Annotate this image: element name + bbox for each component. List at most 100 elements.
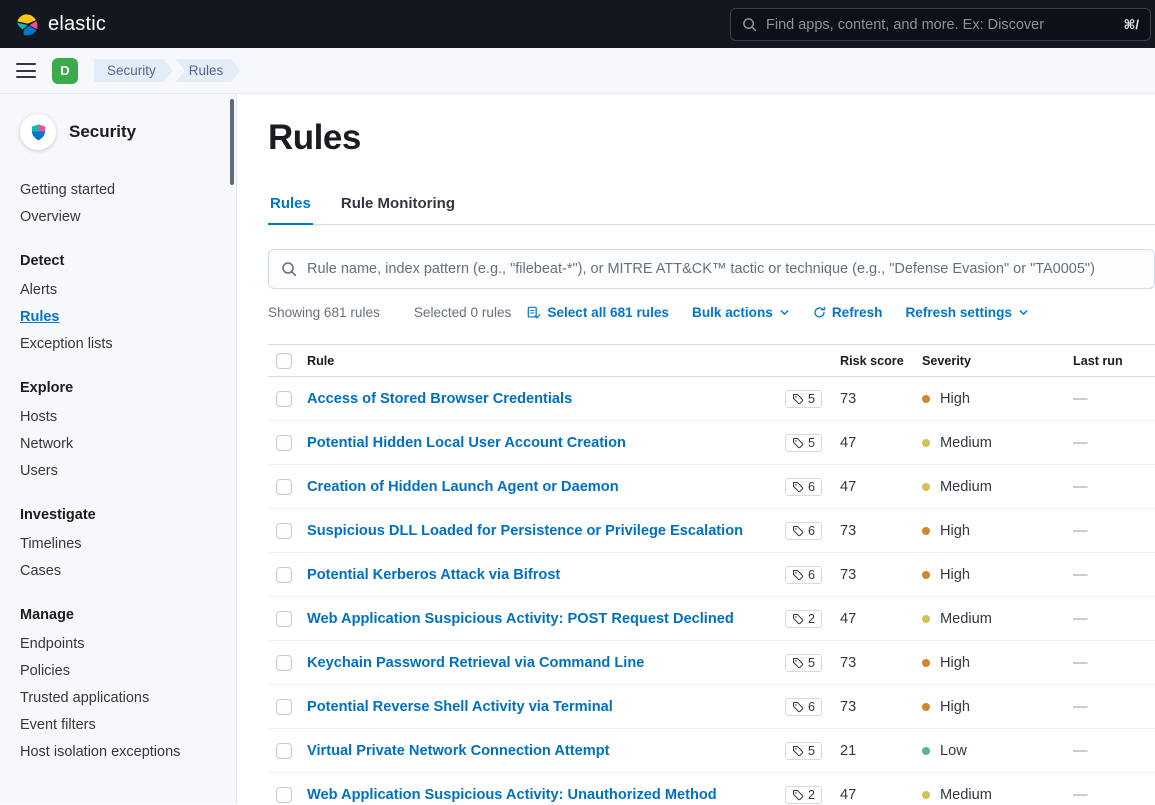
- column-header-risk-score[interactable]: Risk score: [822, 354, 922, 368]
- tags-badge[interactable]: 5: [785, 434, 822, 452]
- row-checkbox[interactable]: [276, 743, 292, 759]
- rule-link[interactable]: Creation of Hidden Launch Agent or Daemo…: [307, 479, 774, 495]
- sidebar-item-rules[interactable]: Rules: [20, 303, 222, 330]
- sidebar-nav: Getting startedOverviewDetectAlertsRules…: [20, 176, 222, 765]
- bulk-actions-button[interactable]: Bulk actions: [692, 305, 790, 320]
- sidebar-item-network[interactable]: Network: [20, 430, 222, 457]
- rule-search-input[interactable]: [307, 261, 1142, 277]
- rule-link[interactable]: Potential Kerberos Attack via Bifrost: [307, 567, 774, 583]
- rule-link[interactable]: Access of Stored Browser Credentials: [307, 391, 774, 407]
- sidebar-item-hosts[interactable]: Hosts: [20, 403, 222, 430]
- last-run: —: [1073, 655, 1088, 671]
- rule-link[interactable]: Suspicious DLL Loaded for Persistence or…: [307, 523, 774, 539]
- menu-toggle-button[interactable]: [16, 63, 36, 78]
- tag-count: 6: [808, 524, 815, 538]
- rule-link[interactable]: Virtual Private Network Connection Attem…: [307, 743, 774, 759]
- select-all-checkbox[interactable]: [276, 353, 292, 369]
- tags-badge[interactable]: 5: [785, 742, 822, 760]
- tags-badge[interactable]: 6: [785, 566, 822, 584]
- sidebar-item-users[interactable]: Users: [20, 457, 222, 484]
- breadcrumb-bar: D Security Rules: [0, 48, 1155, 94]
- tag-count: 6: [808, 568, 815, 582]
- breadcrumb-security[interactable]: Security: [94, 59, 173, 82]
- tag-count: 2: [808, 612, 815, 626]
- tab-rule-monitoring[interactable]: Rule Monitoring: [339, 195, 457, 225]
- severity-label: Medium: [940, 479, 992, 495]
- table-row: Keychain Password Retrieval via Command …: [268, 641, 1155, 685]
- tags-badge[interactable]: 5: [785, 654, 822, 672]
- table-row: Potential Reverse Shell Activity via Ter…: [268, 685, 1155, 729]
- severity-dot: [922, 527, 930, 535]
- row-checkbox[interactable]: [276, 391, 292, 407]
- risk-score: 73: [840, 523, 856, 539]
- refresh-settings-button[interactable]: Refresh settings: [905, 305, 1029, 320]
- rule-link[interactable]: Keychain Password Retrieval via Command …: [307, 655, 774, 671]
- sidebar-item-event-filters[interactable]: Event filters: [20, 711, 222, 738]
- tab-rules[interactable]: Rules: [268, 195, 313, 225]
- sidebar-item-trusted-applications[interactable]: Trusted applications: [20, 684, 222, 711]
- sidebar-item-policies[interactable]: Policies: [20, 657, 222, 684]
- tag-count: 6: [808, 700, 815, 714]
- sidebar-scrollbar-thumb[interactable]: [230, 99, 234, 185]
- table-row: Virtual Private Network Connection Attem…: [268, 729, 1155, 773]
- tags-badge[interactable]: 6: [785, 698, 822, 716]
- sidebar-item-alerts[interactable]: Alerts: [20, 276, 222, 303]
- rule-link[interactable]: Potential Hidden Local User Account Crea…: [307, 435, 774, 451]
- tabs: Rules Rule Monitoring: [268, 195, 1155, 225]
- last-run: —: [1073, 479, 1088, 495]
- tags-badge[interactable]: 2: [785, 610, 822, 628]
- security-sidebar: Security Getting startedOverviewDetectAl…: [0, 94, 237, 804]
- column-header-rule[interactable]: Rule: [307, 354, 774, 368]
- rule-link[interactable]: Web Application Suspicious Activity: POS…: [307, 611, 774, 627]
- breadcrumb-rules[interactable]: Rules: [176, 59, 241, 82]
- sidebar-item-getting-started[interactable]: Getting started: [20, 176, 222, 203]
- row-checkbox[interactable]: [276, 479, 292, 495]
- sidebar-item-cases[interactable]: Cases: [20, 557, 222, 584]
- app-window: elastic ⌘/ D Security Rules: [0, 0, 1155, 804]
- rule-link[interactable]: Web Application Suspicious Activity: Una…: [307, 787, 774, 803]
- tags-badge[interactable]: 5: [785, 390, 822, 408]
- tags-badge[interactable]: 6: [785, 522, 822, 540]
- global-search[interactable]: ⌘/: [730, 8, 1151, 41]
- row-checkbox[interactable]: [276, 699, 292, 715]
- global-search-input[interactable]: [766, 17, 1114, 33]
- table-row: Suspicious DLL Loaded for Persistence or…: [268, 509, 1155, 553]
- row-checkbox[interactable]: [276, 435, 292, 451]
- severity-dot: [922, 747, 930, 755]
- select-all-button[interactable]: Select all 681 rules: [527, 305, 669, 320]
- sidebar-item-timelines[interactable]: Timelines: [20, 530, 222, 557]
- last-run: —: [1073, 567, 1088, 583]
- refresh-label: Refresh: [832, 305, 883, 320]
- space-avatar[interactable]: D: [52, 58, 78, 84]
- tag-icon: [792, 481, 804, 493]
- sidebar-item-overview[interactable]: Overview: [20, 203, 222, 230]
- tag-icon: [792, 745, 804, 757]
- row-checkbox[interactable]: [276, 787, 292, 803]
- severity-label: Medium: [940, 787, 992, 803]
- selected-count: Selected 0 rules: [414, 305, 511, 320]
- sidebar-group-investigate: Investigate: [20, 507, 222, 523]
- tag-count: 5: [808, 392, 815, 406]
- rule-link[interactable]: Potential Reverse Shell Activity via Ter…: [307, 699, 774, 715]
- refresh-icon: [813, 306, 826, 319]
- tag-icon: [792, 613, 804, 625]
- rule-search[interactable]: [268, 249, 1155, 289]
- last-run: —: [1073, 787, 1088, 803]
- sidebar-item-exception-lists[interactable]: Exception lists: [20, 330, 222, 357]
- risk-score: 47: [840, 787, 856, 803]
- tag-icon: [792, 393, 804, 405]
- column-header-last-run[interactable]: Last run: [1073, 354, 1155, 368]
- row-checkbox[interactable]: [276, 567, 292, 583]
- row-checkbox[interactable]: [276, 523, 292, 539]
- elastic-home-link[interactable]: elastic: [14, 12, 106, 37]
- row-checkbox[interactable]: [276, 655, 292, 671]
- severity-label: Medium: [940, 611, 992, 627]
- sidebar-item-host-isolation-exceptions[interactable]: Host isolation exceptions: [20, 738, 222, 765]
- refresh-button[interactable]: Refresh: [813, 305, 883, 320]
- tags-badge[interactable]: 6: [785, 478, 822, 496]
- sidebar-item-endpoints[interactable]: Endpoints: [20, 630, 222, 657]
- table-row: Potential Hidden Local User Account Crea…: [268, 421, 1155, 465]
- column-header-severity[interactable]: Severity: [922, 354, 1073, 368]
- row-checkbox[interactable]: [276, 611, 292, 627]
- tags-badge[interactable]: 2: [785, 786, 822, 804]
